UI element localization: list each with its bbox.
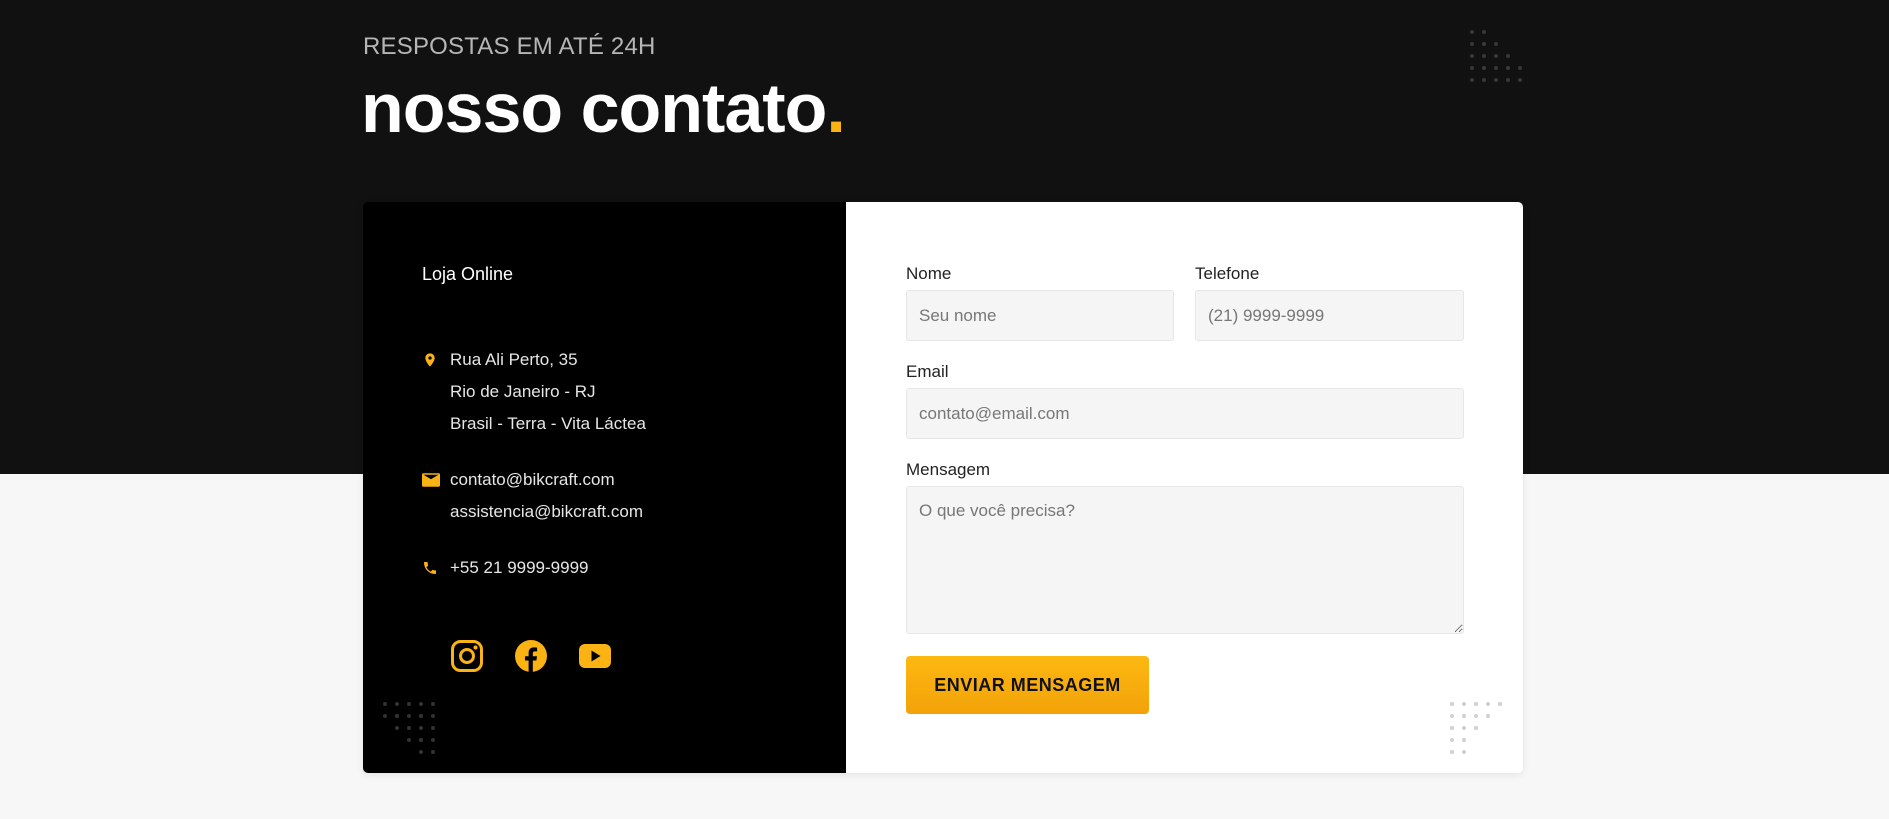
- page-title-text: nosso contato: [361, 69, 827, 147]
- store-label: Loja Online: [422, 264, 514, 284]
- title-accent-dot: .: [826, 69, 845, 147]
- contact-card: Loja Online Rua Ali Perto, 35 Rio de Jan…: [363, 202, 1523, 773]
- address-line-2: Rio de Janeiro - RJ: [450, 382, 596, 401]
- decorative-dots-top: [1470, 30, 1522, 82]
- email-link-1[interactable]: contato@bikcraft.com: [450, 464, 643, 496]
- page-subtitle: RESPOSTAS EM ATÉ 24H: [363, 33, 656, 60]
- phone-input[interactable]: [1195, 290, 1464, 341]
- email-input[interactable]: [906, 388, 1464, 439]
- address-line-1: Rua Ali Perto, 35: [450, 350, 578, 369]
- phone-label: Telefone: [1195, 264, 1260, 283]
- decorative-dots-right: [1450, 702, 1502, 754]
- social-links: [449, 638, 613, 674]
- email-block: contato@bikcraft.com assistencia@bikcraf…: [422, 464, 643, 528]
- instagram-icon[interactable]: [449, 638, 485, 674]
- email-label: Email: [906, 362, 949, 381]
- youtube-icon[interactable]: [577, 638, 613, 674]
- address-line-3: Brasil - Terra - Vita Láctea: [450, 414, 646, 433]
- phone-block: +55 21 9999-9999: [422, 552, 589, 584]
- phone-icon: [422, 552, 450, 584]
- contact-form-panel: Nome Telefone Email Mensagem ENVIAR MENS…: [846, 202, 1523, 773]
- location-pin-icon: [422, 344, 450, 376]
- decorative-dots-left: [383, 702, 435, 754]
- mail-icon: [422, 464, 450, 496]
- name-input[interactable]: [906, 290, 1174, 341]
- address-block: Rua Ali Perto, 35 Rio de Janeiro - RJ Br…: [422, 344, 646, 440]
- email-link-2[interactable]: assistencia@bikcraft.com: [450, 496, 643, 528]
- facebook-icon[interactable]: [513, 638, 549, 674]
- phone-number[interactable]: +55 21 9999-9999: [450, 552, 589, 584]
- name-label: Nome: [906, 264, 952, 283]
- submit-button[interactable]: ENVIAR MENSAGEM: [906, 656, 1149, 714]
- contact-info-panel: Loja Online Rua Ali Perto, 35 Rio de Jan…: [363, 202, 846, 773]
- message-textarea[interactable]: [906, 486, 1464, 634]
- message-label: Mensagem: [906, 460, 991, 479]
- page-title: nosso contato.: [361, 69, 846, 147]
